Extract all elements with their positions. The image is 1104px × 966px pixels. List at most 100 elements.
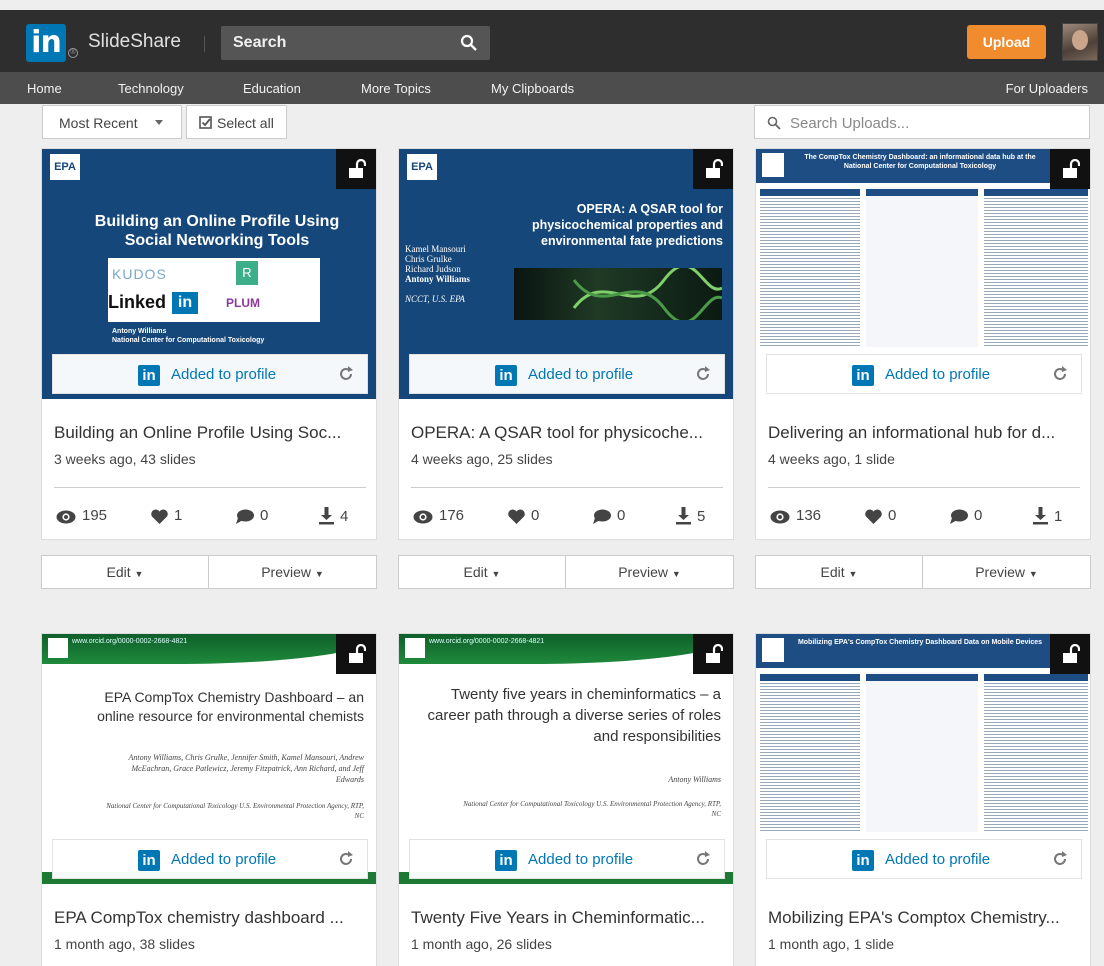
thumbnail-authors: Antony Williams, Chris Grulke, Jennifer … xyxy=(128,753,364,784)
refresh-icon[interactable] xyxy=(1051,850,1069,868)
added-to-profile-badge: in Added to profile xyxy=(766,354,1082,394)
download-icon xyxy=(1033,507,1048,525)
likes-stat: 0 xyxy=(508,507,539,524)
lock-button[interactable] xyxy=(1050,149,1090,189)
lock-icon xyxy=(349,644,366,663)
linkedin-icon: in xyxy=(852,850,874,871)
poster-header: The CompTox Chemistry Dashboard: an info… xyxy=(756,149,1090,183)
nav-item-technology[interactable]: Technology xyxy=(118,81,184,96)
caret-down-icon: ▼ xyxy=(491,569,501,579)
lock-button[interactable] xyxy=(693,634,733,674)
heart-icon xyxy=(151,509,168,524)
refresh-icon[interactable] xyxy=(337,365,355,383)
slide-thumbnail[interactable]: EPA OPERA: A QSAR tool for physicochemic… xyxy=(399,149,733,399)
downloads-stat: 1 xyxy=(1033,507,1062,525)
thumbnail-title: Building an Online Profile Using Social … xyxy=(94,213,340,249)
registered-icon: ® xyxy=(68,48,78,58)
presentation-card[interactable]: Mobilizing EPA's CompTox Chemistry Dashb… xyxy=(755,633,1091,966)
linkedin-icon: in xyxy=(138,365,160,386)
edit-button[interactable]: Edit ▼ xyxy=(755,555,923,589)
card-meta: 4 weeks ago, 1 slide xyxy=(768,451,895,467)
epa-logo: EPA xyxy=(50,154,80,180)
card-title[interactable]: Mobilizing EPA's Comptox Chemistry... xyxy=(768,908,1082,928)
search-uploads-input[interactable]: Search Uploads... xyxy=(754,105,1090,139)
edit-button[interactable]: Edit ▼ xyxy=(41,555,209,589)
brand-name[interactable]: SlideShare xyxy=(88,31,181,53)
thumbnail-org: National Center for Computational Toxico… xyxy=(463,800,721,818)
download-icon xyxy=(319,507,334,525)
added-to-profile-badge: in Added to profile xyxy=(409,839,725,879)
linkedin-icon: in xyxy=(138,850,160,871)
refresh-icon[interactable] xyxy=(694,850,712,868)
lock-button[interactable] xyxy=(336,634,376,674)
lock-button[interactable] xyxy=(693,149,733,189)
linkedin-logo[interactable]: in xyxy=(26,24,66,62)
card-actions: Edit ▼ Preview ▼ xyxy=(398,555,735,589)
slide-thumbnail[interactable]: EPA Building an Online Profile Using Soc… xyxy=(42,149,376,399)
nav-item-my-clipboards[interactable]: My Clipboards xyxy=(491,81,574,96)
card-meta: 1 month ago, 26 slides xyxy=(411,936,552,952)
thumbnail-title: OPERA: A QSAR tool for physicochemical p… xyxy=(531,202,723,248)
card-meta: 1 month ago, 38 slides xyxy=(54,936,195,952)
thumbnail-authors: Kamel Mansouri Chris Grulke Richard Judson… xyxy=(405,244,470,304)
preview-button[interactable]: Preview ▼ xyxy=(565,555,734,589)
avatar[interactable] xyxy=(1062,23,1098,61)
refresh-icon[interactable] xyxy=(337,850,355,868)
heart-icon xyxy=(865,509,882,524)
upload-button[interactable]: Upload xyxy=(967,25,1046,59)
comment-icon xyxy=(950,509,968,524)
refresh-icon[interactable] xyxy=(694,365,712,383)
slide-thumbnail[interactable]: Mobilizing EPA's CompTox Chemistry Dashb… xyxy=(756,634,1090,884)
downloads-stat: 4 xyxy=(319,507,348,525)
presentation-card[interactable]: The CompTox Chemistry Dashboard: an info… xyxy=(755,148,1091,540)
added-to-profile-label: Added to profile xyxy=(171,366,277,383)
added-to-profile-badge: in Added to profile xyxy=(52,354,368,394)
linkedin-icon: in xyxy=(495,365,517,386)
lock-button[interactable] xyxy=(336,149,376,189)
lock-button[interactable] xyxy=(1050,634,1090,674)
preview-button[interactable]: Preview ▼ xyxy=(922,555,1091,589)
slide-thumbnail[interactable]: The CompTox Chemistry Dashboard: an info… xyxy=(756,149,1090,399)
nav-item-home[interactable]: Home xyxy=(27,81,62,96)
comment-icon xyxy=(236,509,254,524)
presentation-card[interactable]: www.orcid.org/0000-0002-2668-4821 Twenty… xyxy=(398,633,734,966)
sort-dropdown[interactable]: Most Recent xyxy=(42,105,182,139)
card-title[interactable]: Delivering an informational hub for d... xyxy=(768,423,1082,443)
card-title[interactable]: OPERA: A QSAR tool for physicoche... xyxy=(411,423,725,443)
card-title[interactable]: Twenty Five Years in Cheminformatic... xyxy=(411,908,725,928)
preview-button[interactable]: Preview ▼ xyxy=(208,555,377,589)
orcid-url: www.orcid.org/0000-0002-2668-4821 xyxy=(72,638,188,645)
refresh-icon[interactable] xyxy=(1051,365,1069,383)
caret-down-icon: ▼ xyxy=(671,569,681,579)
card-title[interactable]: EPA CompTox chemistry dashboard ... xyxy=(54,908,368,928)
slide-thumbnail[interactable]: www.orcid.org/0000-0002-2668-4821 EPA Co… xyxy=(42,634,376,884)
thumbnail-author: Antony Williams National Center for Compu… xyxy=(112,328,265,344)
nav-item-for-uploaders[interactable]: For Uploaders xyxy=(1006,81,1088,96)
presentation-card[interactable]: EPA Building an Online Profile Using Soc… xyxy=(41,148,377,540)
caret-down-icon: ▼ xyxy=(848,569,858,579)
divider xyxy=(204,36,205,52)
added-to-profile-badge: in Added to profile xyxy=(766,839,1082,879)
card-actions: Edit ▼ Preview ▼ xyxy=(755,555,1092,589)
edit-button[interactable]: Edit ▼ xyxy=(398,555,566,589)
thumbnail-title: Twenty five years in cheminformatics – a… xyxy=(427,686,722,745)
nav-item-education[interactable]: Education xyxy=(243,81,301,96)
search-icon[interactable] xyxy=(460,34,478,52)
card-stats: 176 0 0 5 xyxy=(413,507,723,529)
nav-item-more-topics[interactable]: More Topics xyxy=(361,81,431,96)
linkedin-icon: in xyxy=(495,850,517,871)
select-all-label: Select all xyxy=(217,115,274,131)
slide-thumbnail[interactable]: www.orcid.org/0000-0002-2668-4821 Twenty… xyxy=(399,634,733,884)
likes-stat: 1 xyxy=(151,507,182,524)
card-title[interactable]: Building an Online Profile Using Soc... xyxy=(54,423,368,443)
likes-stat: 0 xyxy=(865,507,896,524)
thumbnail-authors: Antony Williams xyxy=(668,775,721,784)
lock-icon xyxy=(706,159,723,178)
select-all-button[interactable]: Select all xyxy=(186,105,287,139)
orcid-url: www.orcid.org/0000-0002-2668-4821 xyxy=(429,638,545,645)
presentation-card[interactable]: EPA OPERA: A QSAR tool for physicochemic… xyxy=(398,148,734,540)
card-meta: 4 weeks ago, 25 slides xyxy=(411,451,553,467)
search-input[interactable]: Search xyxy=(221,26,490,60)
presentation-card[interactable]: www.orcid.org/0000-0002-2668-4821 EPA Co… xyxy=(41,633,377,966)
eye-icon xyxy=(770,510,790,524)
